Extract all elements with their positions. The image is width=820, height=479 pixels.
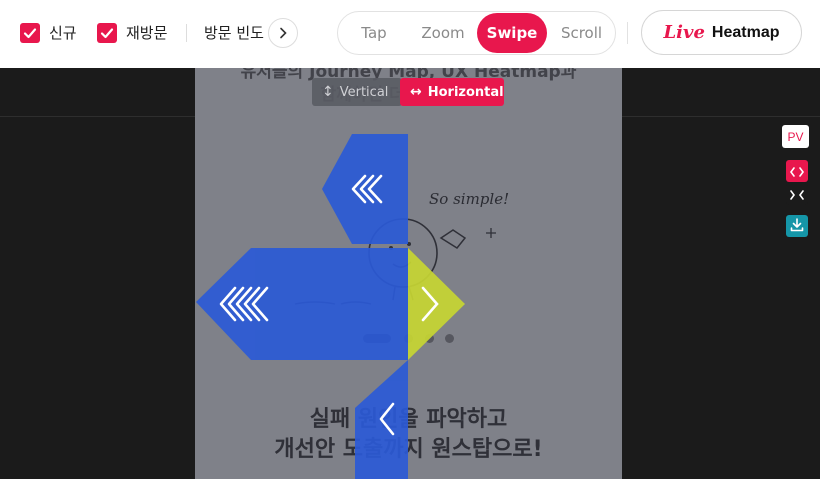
download-button[interactable] — [786, 215, 808, 237]
mode-tap-button[interactable]: Tap — [338, 12, 410, 54]
swipe-heatmap-overlay — [196, 134, 465, 479]
live-heatmap-button[interactable]: Live Heatmap — [641, 10, 802, 55]
collapse-icon — [790, 185, 804, 204]
mode-zoom-button[interactable]: Zoom — [410, 12, 476, 54]
page-preview: 유저들의 Journey Map, UX Heatmap과 함께하면 더 쉬워집… — [195, 68, 622, 479]
horizontal-label: Horizontal — [427, 84, 504, 100]
vertical-label: Vertical — [339, 84, 389, 100]
next-filter-button[interactable] — [268, 18, 298, 48]
collapse-button[interactable] — [786, 183, 808, 205]
chevron-right-icon — [278, 24, 288, 43]
top-toolbar: 신규 재방문 방문 빈도 Tap Zoom Swipe Scroll Live … — [0, 0, 820, 68]
checkmark-icon — [20, 22, 40, 43]
horizontal-toggle[interactable]: ↔ Horizontal — [400, 78, 504, 106]
expand-button[interactable] — [786, 160, 808, 182]
horizontal-arrows-icon: ↔ — [410, 84, 422, 100]
revisit-checkbox[interactable]: 재방문 — [97, 22, 167, 43]
revisit-label: 재방문 — [126, 24, 168, 42]
checkmark-icon — [97, 22, 117, 43]
mode-scroll-button[interactable]: Scroll — [548, 12, 615, 54]
expand-icon — [790, 162, 804, 181]
heatmap-mode-selector: Tap Zoom Swipe Scroll — [337, 11, 616, 55]
swipe-left-arrow-small — [322, 134, 408, 244]
visit-frequency-label[interactable]: 방문 빈도 — [204, 22, 264, 43]
vertical-toggle[interactable]: ↕ Vertical — [312, 78, 402, 106]
new-visitor-label: 신규 — [49, 24, 77, 42]
pv-button[interactable]: PV — [782, 125, 809, 148]
new-visitor-checkbox[interactable]: 신규 — [20, 22, 77, 43]
divider — [627, 22, 628, 44]
vertical-arrows-icon: ↕ — [322, 84, 334, 100]
divider — [186, 24, 187, 42]
heatmap-label: Heatmap — [711, 23, 780, 41]
live-label: Live — [663, 22, 705, 43]
download-icon — [790, 217, 804, 236]
mode-swipe-button[interactable]: Swipe — [477, 13, 547, 53]
